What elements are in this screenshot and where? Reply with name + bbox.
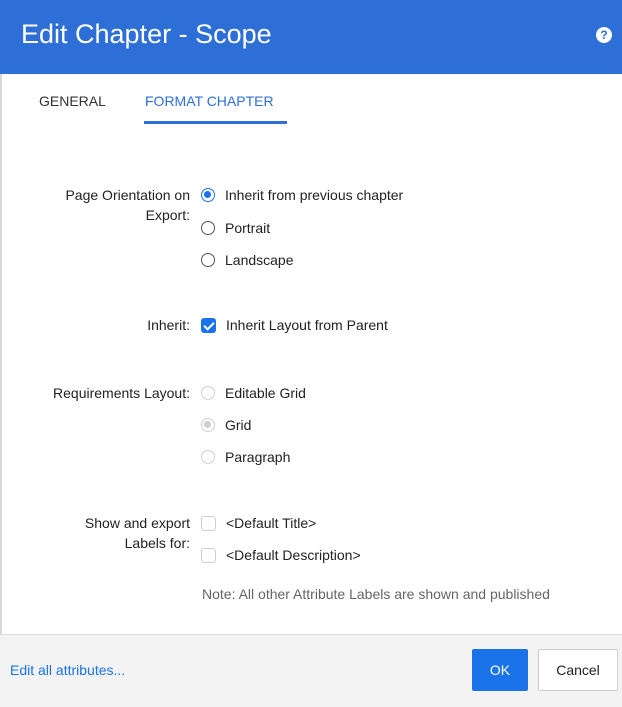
default-title-checkbox[interactable] bbox=[201, 515, 216, 531]
layout-option-label: Grid bbox=[225, 417, 252, 433]
requirements-layout-label: Requirements Layout: bbox=[53, 385, 190, 401]
layout-option-label: Paragraph bbox=[225, 449, 291, 465]
show-export-labels-line2: Labels for: bbox=[124, 535, 190, 551]
show-export-labels-line1: Show and export bbox=[84, 515, 190, 531]
label-option-default-description[interactable]: <Default Description> bbox=[201, 545, 361, 565]
radio-paragraph[interactable] bbox=[201, 450, 215, 464]
help-icon[interactable]: ? bbox=[596, 27, 612, 43]
tab-general[interactable]: GENERAL bbox=[39, 93, 106, 109]
orientation-option-label: Landscape bbox=[225, 252, 294, 268]
radio-inherit-previous[interactable] bbox=[201, 188, 215, 202]
tab-format-chapter[interactable]: FORMAT CHAPTER bbox=[145, 93, 274, 109]
label-option-default-title[interactable]: <Default Title> bbox=[201, 513, 316, 533]
inherit-layout-option[interactable]: Inherit Layout from Parent bbox=[201, 315, 388, 335]
active-tab-indicator bbox=[144, 121, 287, 124]
edit-all-attributes-link[interactable]: Edit all attributes... bbox=[10, 662, 125, 678]
orientation-option-landscape[interactable]: Landscape bbox=[201, 250, 294, 270]
dialog-footer: Edit all attributes... OK Cancel bbox=[0, 634, 622, 707]
attribute-labels-note: Note: All other Attribute Labels are sho… bbox=[202, 586, 550, 602]
inherit-layout-label: Inherit Layout from Parent bbox=[226, 317, 388, 333]
inherit-label: Inherit: bbox=[147, 317, 190, 333]
dialog-title: Edit Chapter - Scope bbox=[21, 19, 272, 49]
orientation-option-inherit[interactable]: Inherit from previous chapter bbox=[201, 185, 403, 205]
page-orientation-label: Page Orientation on Export: bbox=[65, 185, 190, 225]
orientation-option-portrait[interactable]: Portrait bbox=[201, 218, 270, 238]
orientation-option-label: Portrait bbox=[225, 220, 271, 236]
orientation-option-label: Inherit from previous chapter bbox=[225, 187, 404, 203]
label-option-text: <Default Title> bbox=[226, 515, 317, 531]
radio-grid[interactable] bbox=[201, 418, 215, 432]
layout-option-grid[interactable]: Grid bbox=[201, 415, 251, 435]
ok-button[interactable]: OK bbox=[472, 649, 528, 691]
page-orientation-label-line1: Page Orientation on bbox=[65, 187, 190, 203]
default-description-checkbox[interactable] bbox=[201, 547, 216, 563]
dialog-header: Edit Chapter - Scope ? bbox=[0, 0, 622, 74]
layout-option-editable-grid[interactable]: Editable Grid bbox=[201, 383, 306, 403]
cancel-button[interactable]: Cancel bbox=[538, 649, 618, 691]
radio-landscape[interactable] bbox=[201, 253, 215, 267]
dialog-left-border bbox=[0, 74, 2, 634]
layout-option-label: Editable Grid bbox=[225, 385, 306, 401]
label-option-text: <Default Description> bbox=[226, 547, 361, 563]
inherit-layout-checkbox[interactable] bbox=[201, 317, 216, 333]
radio-portrait[interactable] bbox=[201, 221, 215, 235]
show-export-labels-label: Show and export Labels for: bbox=[85, 513, 190, 553]
radio-editable-grid[interactable] bbox=[201, 386, 215, 400]
layout-option-paragraph[interactable]: Paragraph bbox=[201, 447, 290, 467]
page-orientation-label-line2: Export: bbox=[145, 207, 190, 223]
